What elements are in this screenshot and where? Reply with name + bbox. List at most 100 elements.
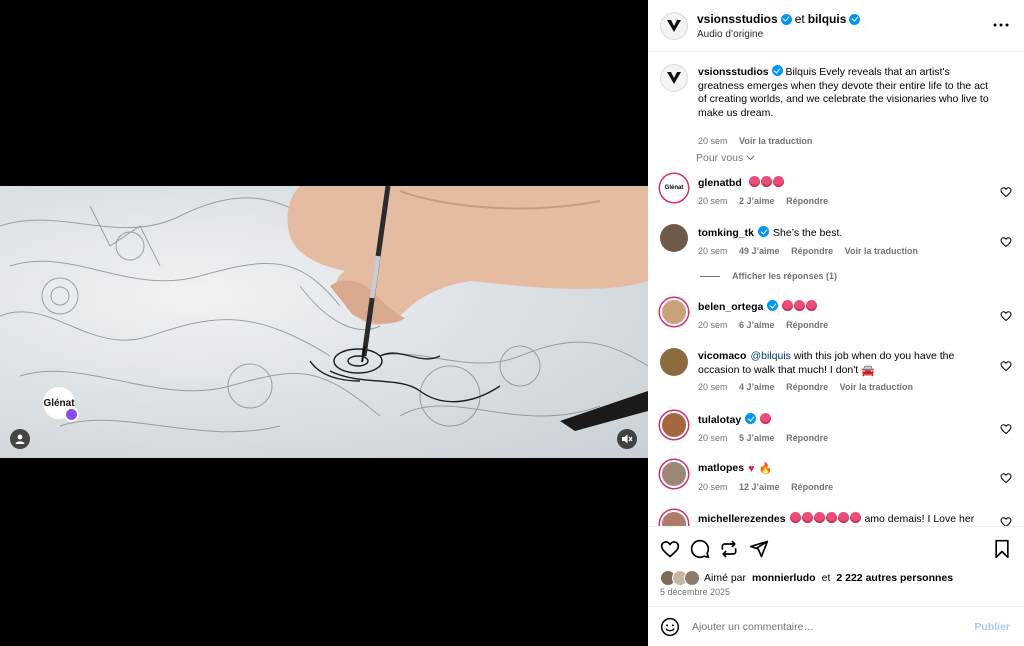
commenter-avatar[interactable] [660, 348, 688, 376]
comment-likes[interactable]: 49 J’aime [739, 246, 780, 256]
commenter-avatar[interactable] [660, 224, 688, 252]
likes-count[interactable]: 2 222 autres personnes [836, 572, 953, 584]
verified-icon [758, 226, 770, 237]
comment-username[interactable]: belen_ortega [698, 301, 763, 313]
comment-username[interactable]: tomking_tk [698, 227, 754, 239]
chevron-down-icon [746, 155, 755, 161]
heart-outline-icon[interactable] [1000, 236, 1012, 248]
translate-link[interactable]: Voir la traduction [845, 246, 918, 256]
author-avatar[interactable] [660, 12, 688, 40]
comment-likes[interactable]: 5 J’aime [739, 433, 775, 443]
comment-item: matlopes ♥ 🔥 20 sem 12 J’aime Répondre [660, 460, 1012, 504]
comment-text-block: glenatbd [698, 176, 988, 191]
more-options-button[interactable] [992, 16, 1010, 34]
comment-text-block: tomking_tk She’s the best. [698, 226, 988, 241]
header-usernames: vsionsstudios et bilquis [697, 12, 861, 26]
comment-username[interactable]: glenatbd [698, 177, 742, 189]
comment-username[interactable]: tulalotay [698, 414, 741, 426]
like-heart-icon[interactable] [660, 539, 680, 559]
smiling-hearts-emoji-icon [806, 300, 818, 311]
commenter-avatar[interactable] [660, 411, 688, 439]
post-actions: Aimé par monnierludo et 2 222 autres per… [648, 526, 1024, 606]
reply-link[interactable]: Répondre [786, 433, 828, 443]
comment-item: tulalotay 20 sem 5 J’aime Répondre [660, 411, 1012, 455]
caption-author-avatar[interactable] [660, 64, 688, 92]
post-date[interactable]: 5 décembre 2025 [660, 587, 730, 597]
caption-time: 20 sem [698, 136, 728, 146]
comment-username[interactable]: matlopes [698, 462, 744, 474]
reply-link[interactable]: Répondre [786, 320, 828, 330]
mute-button[interactable] [617, 429, 637, 449]
comment-time: 20 sem [698, 433, 728, 443]
commenter-avatar[interactable] [660, 298, 688, 326]
caption-translate-link[interactable]: Voir la traduction [739, 136, 812, 146]
comment-composer: Publier [648, 606, 1024, 646]
show-replies-button[interactable]: Afficher les réponses (1) [700, 271, 837, 281]
reply-link[interactable]: Répondre [786, 196, 828, 206]
header-username-2[interactable]: bilquis [808, 12, 847, 26]
comment-meta: 20 sem 4 J’aime Répondre Voir la traduct… [698, 382, 922, 392]
heart-outline-icon[interactable] [1000, 472, 1012, 484]
likes-joiner: et [821, 572, 831, 584]
comment-time: 20 sem [698, 320, 728, 330]
verified-icon [849, 13, 861, 25]
comments-scroll-area[interactable]: vsionsstudios Bilquis Evely reveals that… [648, 52, 1024, 526]
commenter-avatar[interactable] [660, 460, 688, 488]
commenter-avatar[interactable]: Glénat [660, 174, 688, 202]
comment-likes[interactable]: 2 J’aime [739, 196, 775, 206]
translate-link[interactable]: Voir la traduction [840, 382, 913, 392]
muted-speaker-icon [622, 434, 633, 444]
smiling-hearts-emoji-icon [772, 176, 784, 187]
emoji-picker-icon[interactable] [660, 617, 680, 637]
comment-time: 20 sem [698, 196, 728, 206]
video-player[interactable] [0, 186, 648, 458]
mention-link[interactable]: @bilquis [750, 350, 790, 362]
heart-outline-icon[interactable] [1000, 360, 1012, 372]
comment-meta: 20 sem 12 J’aime Répondre [698, 482, 842, 492]
commenter-avatar-text: Glénat [664, 185, 684, 191]
share-paper-plane-icon[interactable] [749, 539, 769, 559]
reply-link[interactable]: Répondre [786, 382, 828, 392]
save-bookmark-icon[interactable] [992, 539, 1012, 559]
more-dots-icon [993, 23, 1009, 27]
reply-link[interactable]: Répondre [791, 482, 833, 492]
comment-bubble-icon[interactable] [690, 539, 710, 559]
caption-username[interactable]: vsionsstudios [698, 66, 769, 78]
caption-text-block: vsionsstudios Bilquis Evely reveals that… [698, 65, 998, 120]
vsions-logo-icon [667, 72, 681, 84]
sort-dropdown[interactable]: Pour vous [696, 152, 755, 164]
comment-item: michellerezendes amo demais! I Love her [660, 510, 1012, 526]
header-joiner: et [794, 12, 805, 26]
commenter-avatar[interactable] [660, 510, 688, 526]
publish-button[interactable]: Publier [974, 621, 1010, 633]
likes-summary: Aimé par monnierludo et 2 222 autres per… [660, 570, 953, 586]
comment-username[interactable]: michellerezendes [698, 513, 786, 525]
post-header: vsionsstudios et bilquis Audio d’origine [648, 0, 1024, 52]
smiling-hearts-emoji-icon [760, 176, 772, 187]
liker-username[interactable]: monnierludo [752, 572, 816, 584]
caption-meta: 20 sem Voir la traduction [698, 136, 821, 146]
comment-text-block: michellerezendes amo demais! I Love her [698, 512, 998, 526]
user-tag-button[interactable] [10, 429, 30, 449]
comment-text-block: matlopes ♥ 🔥 [698, 462, 988, 477]
fire-emoji-icon: 🔥 [758, 463, 773, 475]
media-viewer: Glénat [0, 0, 648, 646]
header-username-1[interactable]: vsionsstudios [697, 12, 778, 26]
repost-icon[interactable] [719, 539, 739, 559]
comment-likes[interactable]: 4 J’aime [739, 382, 775, 392]
comment-item: tomking_tk She’s the best. 20 sem 49 J’ai… [660, 224, 1012, 268]
audio-label[interactable]: Audio d’origine [697, 29, 763, 40]
heart-outline-icon[interactable] [1000, 423, 1012, 435]
verified-icon [767, 300, 779, 311]
heart-outline-icon[interactable] [1000, 516, 1012, 526]
comment-time: 20 sem [698, 482, 728, 492]
reply-link[interactable]: Répondre [791, 246, 833, 256]
smiling-hearts-emoji-icon [789, 512, 801, 523]
heart-outline-icon[interactable] [1000, 186, 1012, 198]
comment-input[interactable] [690, 616, 960, 638]
comment-username[interactable]: vicomaco [698, 350, 746, 362]
comment-likes[interactable]: 12 J’aime [739, 482, 780, 492]
comment-likes[interactable]: 6 J’aime [739, 320, 775, 330]
heart-outline-icon[interactable] [1000, 310, 1012, 322]
smiling-hearts-emoji-icon [813, 512, 825, 523]
